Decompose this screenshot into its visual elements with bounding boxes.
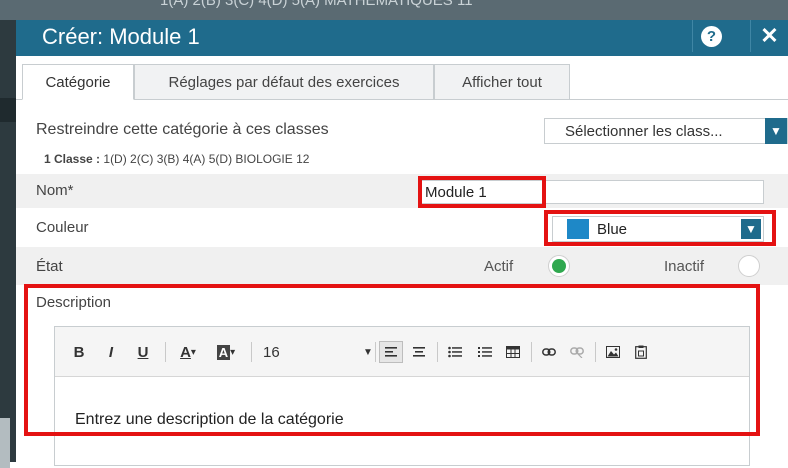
chevron-down-icon: ▼: [741, 219, 761, 239]
font-size-value: 16: [263, 343, 280, 361]
separator: [531, 342, 532, 362]
sidebar-nub: [0, 98, 16, 122]
description-editor: B I U A ▾ A ▾ 16 ▼ Entrez une descriptio…: [54, 326, 750, 466]
restrict-label: Restreindre cette catégorie à ces classe…: [36, 121, 329, 138]
paste-icon[interactable]: [629, 341, 653, 363]
color-value: Blue: [597, 221, 628, 238]
align-center-icon[interactable]: [407, 341, 431, 363]
class-select-value: Sélectionner les class...: [565, 123, 723, 140]
name-input[interactable]: [420, 180, 764, 204]
separator: [165, 342, 166, 362]
background-app-strip: 1(A) 2(B) 3(C) 4(D) 5(A) MATHÉMATIQUES 1…: [0, 0, 788, 20]
close-button[interactable]: ✕: [750, 20, 788, 52]
inactive-label: Inactif: [664, 258, 705, 275]
separator: [375, 342, 376, 362]
color-swatch: [567, 219, 589, 239]
link-icon[interactable]: [537, 341, 561, 363]
align-left-icon[interactable]: [379, 341, 403, 363]
background-sidebar: [0, 20, 16, 468]
bg-color-caret: ▾: [230, 346, 236, 358]
dialog-title: Créer: Module 1: [42, 24, 200, 49]
unlink-icon[interactable]: [565, 341, 589, 363]
chevron-down-icon: ▼: [765, 118, 787, 144]
font-color-caret: ▾: [190, 346, 196, 358]
active-label: Actif: [484, 258, 514, 275]
help-button[interactable]: ?: [692, 20, 730, 52]
bullet-list-icon[interactable]: [443, 341, 467, 363]
background-color-icon[interactable]: A ▾: [211, 341, 241, 363]
tab-category[interactable]: Catégorie: [22, 64, 134, 100]
chevron-down-icon: ▼: [363, 346, 373, 358]
font-size-select[interactable]: 16 ▼: [263, 341, 373, 363]
sidebar-nub-2: [0, 418, 10, 468]
description-text-area[interactable]: Entrez une description de la catégorie: [75, 411, 344, 429]
color-label: Couleur: [36, 219, 89, 236]
image-icon[interactable]: [601, 341, 625, 363]
separator: [595, 342, 596, 362]
tab-show-all[interactable]: Afficher tout: [434, 64, 570, 100]
bg-color-glyph: A: [216, 344, 231, 360]
class-select[interactable]: Sélectionner les class... ▼: [544, 118, 788, 144]
italic-icon[interactable]: I: [101, 341, 121, 363]
classes-summary: 1 Classe : 1(D) 2(C) 3(B) 4(A) 5(D) BIOL…: [44, 152, 309, 166]
separator: [437, 342, 438, 362]
tab-bar: Catégorie Réglages par défaut des exerci…: [16, 64, 788, 100]
font-color-glyph: A: [180, 343, 191, 361]
close-icon: ✕: [760, 23, 779, 48]
dialog-titlebar: Créer: Module 1 ? ✕: [16, 20, 788, 56]
classes-list: 1(D) 2(C) 3(B) 4(A) 5(D) BIOLOGIE 12: [103, 152, 310, 166]
separator: [251, 342, 252, 362]
table-icon[interactable]: [501, 341, 525, 363]
tab-exercise-defaults[interactable]: Réglages par défaut des exercices: [134, 64, 434, 100]
color-select[interactable]: Blue ▼: [552, 216, 764, 242]
font-color-icon[interactable]: A ▾: [173, 341, 203, 363]
inactive-radio[interactable]: [738, 255, 760, 277]
background-text: 1(A) 2(B) 3(C) 4(D) 5(A) MATHÉMATIQUES 1…: [160, 0, 473, 9]
question-circle-icon: ?: [701, 25, 722, 47]
active-radio[interactable]: [548, 255, 570, 277]
numbered-list-icon[interactable]: [473, 341, 497, 363]
editor-toolbar: B I U A ▾ A ▾ 16 ▼: [55, 327, 749, 377]
create-category-dialog: Créer: Module 1 ? ✕ Catégorie Réglages p…: [16, 20, 788, 466]
name-label: Nom*: [36, 182, 74, 199]
underline-icon[interactable]: U: [133, 341, 153, 363]
state-label: État: [36, 258, 63, 275]
description-label: Description: [36, 294, 112, 311]
bold-icon[interactable]: B: [69, 341, 89, 363]
classes-count: 1 Classe :: [44, 152, 101, 166]
